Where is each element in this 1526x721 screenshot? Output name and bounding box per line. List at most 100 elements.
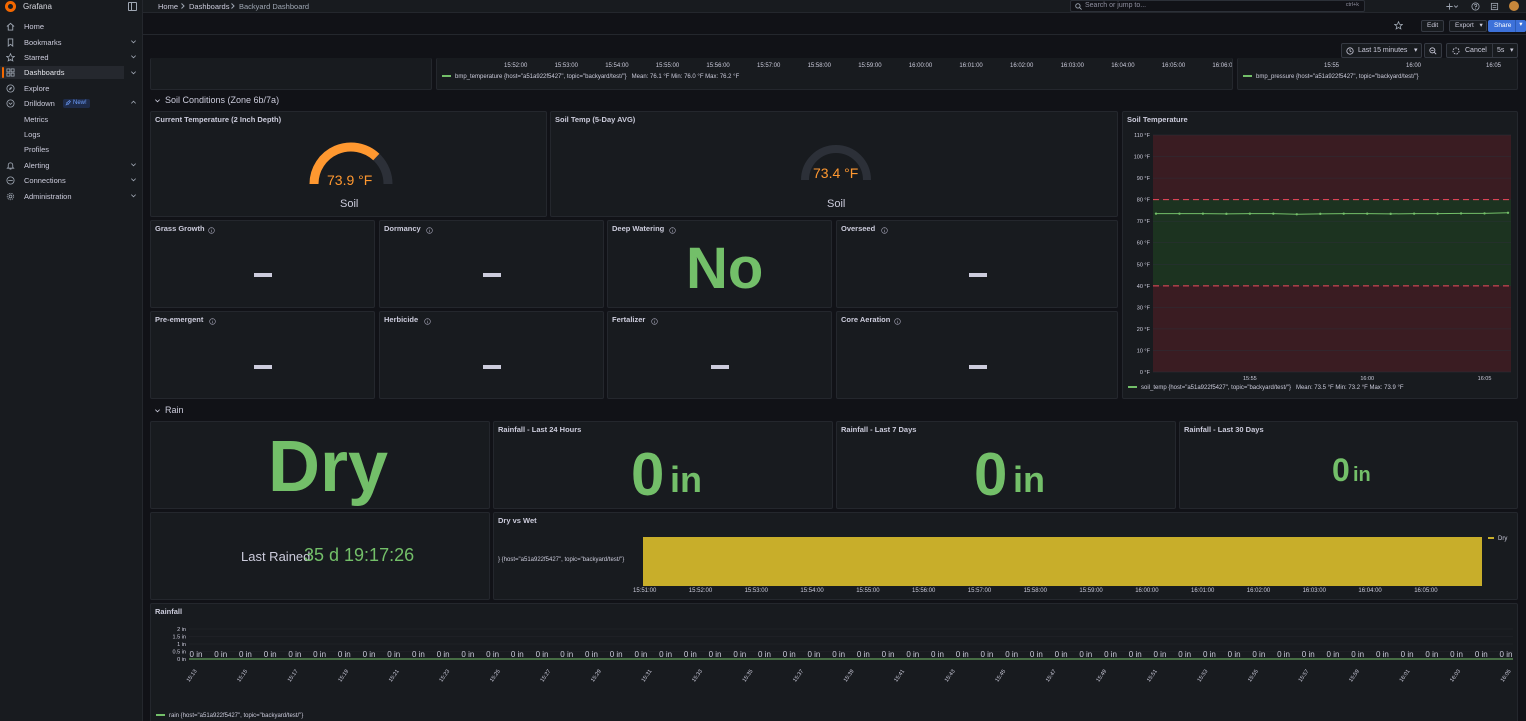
panel-top-left[interactable]	[150, 58, 432, 90]
info-icon[interactable]	[426, 227, 433, 234]
gauge-label: Soil	[827, 198, 846, 210]
data-label: 0 in	[313, 650, 326, 659]
sidebar-item-label: Logs	[24, 130, 41, 139]
chevron-down-icon[interactable]	[154, 97, 161, 104]
dry-state-bar[interactable]	[643, 537, 1482, 586]
data-label: 0 in	[1327, 650, 1340, 659]
data-label: 0 in	[709, 650, 722, 659]
sidebar-item-alerting[interactable]: Alerting	[0, 159, 143, 172]
compass-icon	[6, 84, 15, 93]
sidebar-item-drilldown[interactable]: Drilldown New!	[0, 97, 143, 110]
time-range-picker[interactable]: Last 15 minutes ▾	[1341, 43, 1422, 58]
soil-legend-stats: Mean: 73.5 °F Min: 73.2 °F Max: 73.9 °F	[1295, 385, 1404, 391]
panel-soil-temperature[interactable]: Soil Temperature 0 °F 10 °F 20 °F 30 °F 40 °…	[1122, 111, 1518, 399]
chevron-down-icon[interactable]	[130, 176, 137, 183]
panel-rainfall-24h[interactable]: Rainfall - Last 24 Hours 0 in	[493, 421, 833, 509]
chevron-down-icon[interactable]	[130, 192, 137, 199]
search-input[interactable]: Search or jump to... ctrl+k	[1070, 0, 1365, 12]
share-button[interactable]: Share ▾	[1488, 20, 1526, 32]
panel-deep-watering[interactable]: Deep Watering No	[607, 220, 832, 308]
x-tick-label: 15:59:00	[858, 63, 882, 69]
sidebar-item-home[interactable]: Home	[0, 20, 143, 33]
sidebar-item-starred[interactable]: Starred	[0, 51, 143, 64]
x-tick-label: 15:33	[691, 669, 704, 684]
cancel-refresh-label[interactable]: Cancel	[1465, 44, 1487, 57]
dry-wet-legend[interactable]: Dry	[1488, 536, 1507, 542]
data-label: 0 in	[659, 650, 672, 659]
panel-bmp-pressure[interactable]: 15:55 16:00 16:05 bmp_pressure {host="a5…	[1237, 58, 1518, 90]
data-label: 0 in	[1425, 650, 1438, 659]
panel-rainfall[interactable]: Rainfall 0 in 0.5 in 1 in 1.5 in 2 in 0 in 0 i…	[150, 603, 1518, 721]
avatar[interactable]	[1509, 1, 1519, 11]
panel-pre-emergent[interactable]: Pre-emergent	[150, 311, 375, 399]
rainfall-legend[interactable]: rain {host="a51a922f5427", topic="backya…	[156, 713, 303, 719]
data-point	[1225, 212, 1228, 216]
panel-rainfall-7d[interactable]: Rainfall - Last 7 Days 0 in	[836, 421, 1176, 509]
star-icon[interactable]	[1393, 20, 1404, 30]
panel-dry-vs-wet[interactable]: Dry vs Wet } {host="a51a922f5427", topic…	[493, 512, 1518, 600]
chevron-down-icon[interactable]	[154, 407, 161, 414]
panel-grass-growth[interactable]: Grass Growth	[150, 220, 375, 308]
refresh-picker[interactable]: Cancel 5s ▾	[1446, 43, 1518, 58]
data-point	[1295, 213, 1298, 216]
grafana-logo-icon[interactable]	[5, 1, 16, 12]
panel-herbicide[interactable]: Herbicide	[379, 311, 604, 399]
info-icon[interactable]	[669, 227, 676, 234]
info-icon[interactable]	[894, 318, 901, 325]
x-tick-label: 15:49	[1096, 669, 1109, 684]
chevron-down-icon[interactable]	[130, 38, 137, 45]
row-title-soil[interactable]: Soil Conditions (Zone 6b/7a)	[165, 95, 279, 105]
panel-rainfall-30d[interactable]: Rainfall - Last 30 Days 0 in	[1179, 421, 1518, 509]
chevron-down-icon[interactable]	[130, 69, 137, 76]
panel-overseed[interactable]: Overseed	[836, 220, 1118, 308]
zoom-out-button[interactable]	[1424, 43, 1442, 58]
chevron-down-icon[interactable]	[130, 53, 137, 60]
dock-menu-icon[interactable]	[128, 2, 137, 11]
news-icon[interactable]	[1490, 2, 1499, 11]
pressure-legend[interactable]: bmp_pressure {host="a51a922f5427", topic…	[1243, 74, 1419, 80]
sidebar-item-bookmarks[interactable]: Bookmarks	[0, 36, 143, 49]
chevron-down-icon[interactable]	[1453, 2, 1459, 11]
sidebar-item-dashboards[interactable]: Dashboards	[0, 66, 124, 79]
soil-legend[interactable]: soil_temp {host="a51a922f5427", topic="b…	[1128, 385, 1404, 391]
edit-button[interactable]: Edit	[1421, 20, 1445, 32]
info-icon[interactable]	[424, 318, 431, 325]
info-icon[interactable]	[209, 318, 216, 325]
breadcrumb-dashboards[interactable]: Dashboards	[189, 2, 229, 11]
y-tick-label: 50 °F	[1137, 262, 1151, 268]
panel-title: Core Aeration	[841, 315, 891, 324]
panel-fertalizer[interactable]: Fertalizer	[607, 311, 832, 399]
sidebar-item-connections[interactable]: Connections	[0, 174, 143, 187]
sidebar-item-metrics[interactable]: Metrics	[0, 113, 143, 126]
chevron-down-icon[interactable]	[130, 161, 137, 168]
sidebar-item-label: Bookmarks	[24, 38, 62, 47]
sidebar-item-logs[interactable]: Logs	[0, 128, 143, 141]
sidebar-item-administration[interactable]: Administration	[0, 190, 143, 203]
data-label: 0 in	[1500, 650, 1513, 659]
chevron-up-icon[interactable]	[130, 99, 137, 106]
y-tick-label: 90 °F	[1137, 176, 1151, 182]
breadcrumb-home[interactable]: Home	[158, 2, 178, 11]
panel-last-rained[interactable]: Last Rained 35 d 19:17:26	[150, 512, 490, 600]
info-icon[interactable]	[651, 318, 658, 325]
sidebar-item-profiles[interactable]: Profiles	[0, 143, 143, 156]
panel-bmp-temperature[interactable]: 15:52:00 15:53:00 15:54:00 15:55:00 15:56:00…	[436, 58, 1233, 90]
badge-label: New!	[73, 100, 87, 106]
sidebar-item-explore[interactable]: Explore	[0, 82, 143, 95]
temp-legend[interactable]: bmp_temperature {host="a51a922f5427", to…	[442, 74, 739, 80]
info-icon[interactable]	[881, 227, 888, 234]
export-button[interactable]: Export ▾	[1449, 20, 1487, 32]
rocket-icon	[65, 100, 71, 106]
gauge-label: Soil	[340, 198, 359, 210]
x-tick-label: 15:23	[439, 669, 452, 684]
row-title-rain[interactable]: Rain	[165, 405, 184, 415]
legend-swatch	[1243, 75, 1252, 78]
panel-current-soil-temp[interactable]: Current Temperature (2 Inch Depth) 73.9 …	[150, 111, 547, 217]
panel-avg-soil-temp[interactable]: Soil Temp (5-Day AVG) 73.4 °F Soil	[550, 111, 1118, 217]
help-icon[interactable]	[1471, 2, 1480, 11]
panel-core-aeration[interactable]: Core Aeration	[836, 311, 1118, 399]
info-icon[interactable]	[208, 227, 215, 234]
refresh-interval-label[interactable]: 5s	[1497, 44, 1504, 57]
panel-dormancy[interactable]: Dormancy	[379, 220, 604, 308]
panel-rain-status[interactable]: Dry	[150, 421, 490, 509]
